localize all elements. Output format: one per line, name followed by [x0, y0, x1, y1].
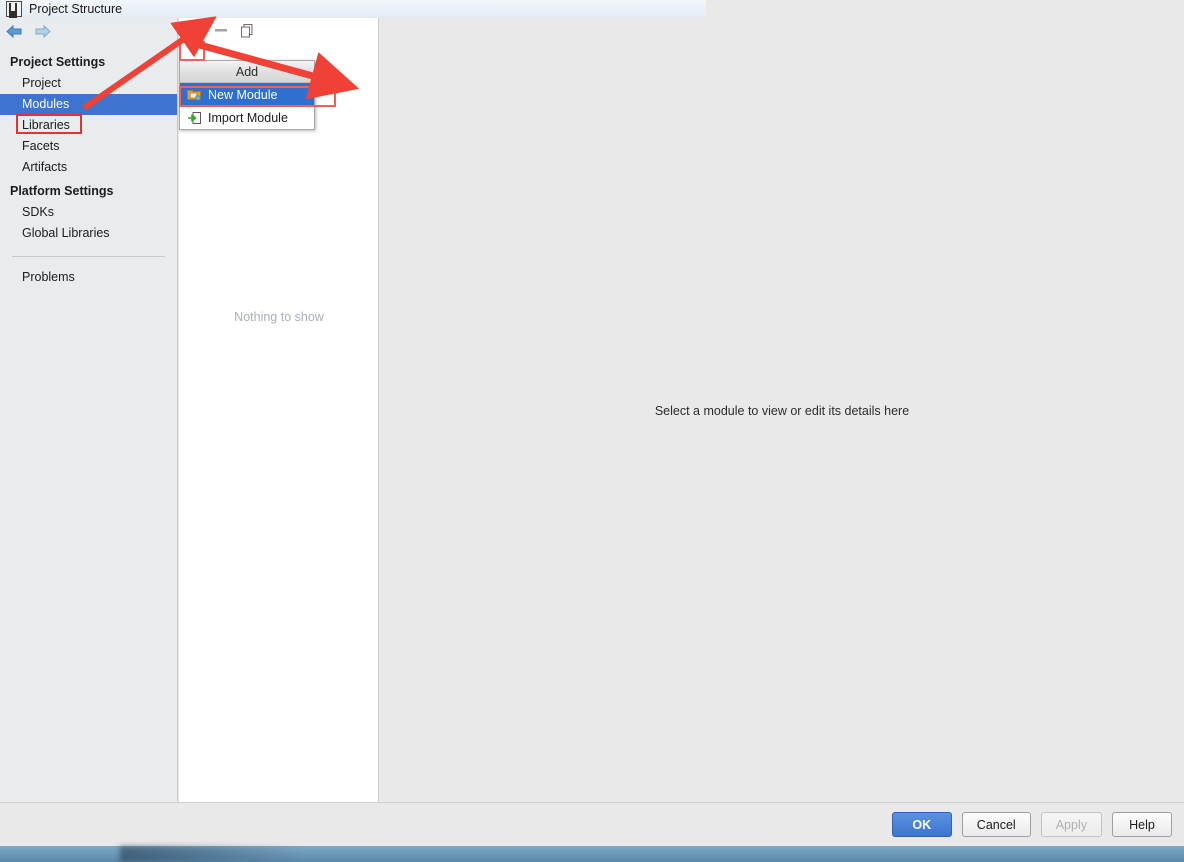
sidebar-item-artifacts[interactable]: Artifacts	[0, 157, 177, 178]
add-popup-menu: Add New Module Import Module	[179, 60, 315, 130]
copy-module-button[interactable]	[236, 20, 258, 40]
dialog-button-row: OK Cancel Apply Help	[891, 812, 1172, 837]
module-list-panel: Nothing to show	[179, 18, 379, 802]
cancel-button[interactable]: Cancel	[961, 812, 1031, 837]
menu-item-new-module-label: New Module	[208, 87, 278, 102]
apply-button[interactable]: Apply	[1040, 812, 1102, 837]
sidebar-item-modules[interactable]: Modules	[0, 94, 177, 115]
forward-arrow-icon[interactable]	[34, 24, 51, 39]
module-detail-panel: Select a module to view or edit its deta…	[380, 18, 1184, 802]
dialog-body: Project Settings Project Modules Librari…	[0, 18, 1184, 802]
sidebar-item-facets[interactable]: Facets	[0, 136, 177, 157]
settings-sidebar: Project Settings Project Modules Librari…	[0, 18, 178, 802]
project-structure-dialog: Project Structure Project Settings Proje…	[0, 0, 1184, 847]
menu-item-new-module[interactable]: New Module	[180, 83, 314, 106]
sidebar-navigation	[0, 18, 177, 45]
sidebar-item-sdks[interactable]: SDKs	[0, 202, 177, 223]
sidebar-divider	[12, 256, 165, 257]
sidebar-group-platform-settings: Platform Settings	[10, 184, 114, 198]
sidebar-item-problems[interactable]: Problems	[0, 267, 177, 288]
help-button[interactable]: Help	[1112, 812, 1172, 837]
module-list-empty-text: Nothing to show	[234, 310, 324, 324]
ok-button[interactable]: OK	[891, 812, 952, 837]
detail-placeholder-text: Select a module to view or edit its deta…	[654, 404, 910, 418]
sidebar-item-project[interactable]: Project	[0, 73, 177, 94]
import-arrow-icon	[186, 110, 202, 126]
os-taskbar	[0, 846, 1184, 862]
new-folder-icon	[186, 87, 202, 103]
sidebar-group-project-settings: Project Settings	[10, 55, 106, 69]
menu-item-import-module-label: Import Module	[208, 110, 288, 125]
module-toolbar	[179, 18, 378, 42]
dialog-title: Project Structure	[29, 1, 123, 16]
add-module-button[interactable]	[184, 20, 206, 40]
intellij-idea-icon	[6, 0, 22, 17]
add-popup-header: Add	[180, 61, 314, 83]
dialog-button-bar: OK Cancel Apply Help	[0, 802, 1184, 847]
sidebar-item-global-libraries[interactable]: Global Libraries	[0, 223, 177, 244]
back-arrow-icon[interactable]	[6, 24, 23, 39]
menu-item-import-module[interactable]: Import Module	[180, 106, 314, 129]
remove-module-button[interactable]	[210, 20, 232, 40]
sidebar-item-libraries[interactable]: Libraries	[0, 115, 177, 136]
dialog-titlebar: Project Structure	[0, 0, 706, 17]
